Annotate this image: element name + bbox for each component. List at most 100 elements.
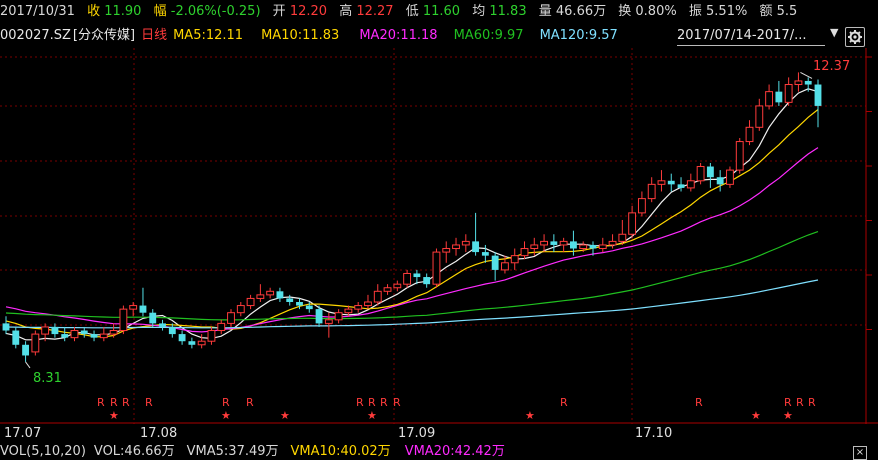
candle-body-40	[393, 283, 402, 289]
r-marker-1: R	[110, 396, 118, 409]
ma20-line	[5, 147, 819, 333]
candle-body-21	[207, 330, 216, 342]
candle-body-4	[41, 326, 50, 335]
stock-code: 002027.SZ	[0, 28, 71, 43]
r-marker-4: R	[222, 396, 230, 409]
candle-body-3	[31, 333, 40, 353]
high-value: 12.27	[356, 4, 394, 19]
low-label: 低	[405, 4, 419, 19]
candle-body-23	[227, 312, 235, 324]
candle-body-11	[109, 330, 118, 335]
date-range-dropdown-icon[interactable]: ▼	[830, 26, 838, 39]
date-range-field[interactable]: 2017/07/14-2017/...	[677, 27, 825, 46]
quote-info-bar: 2017/10/31 收 11.90 幅 -2.06%(-0.25) 开 12.…	[0, 0, 878, 24]
gear-icon	[848, 30, 862, 44]
star-marker-0: ★	[109, 409, 119, 422]
vma20-value: VMA20:42.42万	[404, 444, 505, 459]
amp-label: 振	[688, 4, 702, 19]
avg-value: 11.83	[489, 4, 527, 19]
candle-body-69	[677, 184, 685, 188]
change-label: 幅	[153, 4, 167, 19]
candle-body-62	[608, 240, 617, 246]
r-marker-10: R	[560, 396, 568, 409]
vol-label: 量	[538, 4, 552, 19]
candle-body-41	[403, 272, 412, 285]
candle-body-64	[628, 212, 637, 235]
candle-body-55	[540, 240, 548, 246]
candle-body-34	[334, 312, 343, 321]
candle-body-47	[461, 240, 470, 246]
candle-body-12	[119, 308, 128, 332]
candle-body-1	[12, 330, 20, 345]
candle-body-32	[315, 309, 323, 324]
candle-body-53	[520, 248, 529, 257]
r-marker-6: R	[356, 396, 364, 409]
high-label: 高	[339, 4, 353, 19]
candle-body-15	[149, 312, 157, 324]
candle-body-57	[559, 240, 568, 246]
candle-body-33	[324, 319, 333, 324]
candle-body-82	[804, 80, 812, 85]
candle-body-42	[413, 273, 421, 278]
candle-body-63	[618, 233, 627, 242]
candle-body-49	[481, 252, 489, 256]
min-pointer	[25, 361, 31, 369]
candle-body-73	[716, 177, 724, 185]
candle-body-19	[188, 341, 196, 345]
r-marker-9: R	[393, 396, 401, 409]
candle-body-2	[22, 344, 29, 356]
x-tick-oct: 17.10	[635, 426, 673, 441]
r-marker-8: R	[380, 396, 388, 409]
close-label: 收	[87, 4, 101, 19]
candle-body-6	[61, 334, 69, 338]
candle-body-38	[373, 290, 382, 303]
x-axis: 17.07 17.08 17.09 17.10	[0, 424, 878, 444]
candle-body-26	[256, 294, 265, 299]
candle-body-80	[784, 84, 793, 103]
star-marker-4: ★	[525, 409, 535, 422]
candle-body-43	[423, 277, 431, 285]
r-marker-3: R	[145, 396, 153, 409]
candle-body-52	[510, 255, 519, 264]
ma20-value: MA20:11.18	[359, 28, 438, 43]
candle-body-61	[598, 244, 607, 250]
candle-body-36	[354, 305, 363, 310]
r-marker-0: R	[97, 396, 105, 409]
candle-body-8	[80, 330, 88, 335]
amount-value: 5.5	[776, 4, 798, 19]
vol-current: VOL:46.66万	[93, 444, 175, 459]
vol-title[interactable]: VOL(5,10,20)	[0, 444, 86, 459]
kline-chart[interactable]: R R R R R R R R R R R R R R R★ ★ ★ ★ ★ ★ ★	[0, 48, 878, 424]
candle-body-16	[159, 323, 166, 327]
period-label[interactable]: 日线	[141, 24, 167, 48]
ma120-value: MA120:9.57	[539, 28, 618, 43]
candle-body-44	[432, 251, 441, 285]
x-tick-aug: 17.08	[140, 426, 178, 441]
candle-body-27	[266, 290, 275, 296]
candle-body-74	[726, 169, 734, 185]
candle-body-51	[501, 262, 509, 271]
stock-name: [分众传媒]	[72, 28, 136, 43]
candle-body-37	[364, 301, 372, 307]
quote-date: 2017/10/31	[0, 4, 75, 19]
ma5-value: MA5:12.11	[173, 28, 244, 43]
candle-body-71	[696, 166, 705, 182]
candle-body-76	[745, 126, 754, 143]
star-marker-3: ★	[367, 409, 377, 422]
candle-body-0	[2, 323, 10, 331]
settings-button[interactable]	[845, 27, 865, 47]
candle-body-29	[286, 298, 294, 302]
r-marker-13: R	[796, 396, 804, 409]
candle-body-48	[472, 241, 480, 253]
candle-body-66	[647, 183, 656, 200]
candle-body-17	[168, 326, 176, 335]
close-volume-panel-button[interactable]: ×	[853, 446, 867, 460]
candle-body-78	[765, 91, 774, 107]
ma60-value: MA60:9.97	[453, 28, 524, 43]
r-marker-11: R	[695, 396, 703, 409]
x-tick-sep: 17.09	[398, 426, 436, 441]
amount-label: 额	[759, 4, 773, 19]
min-price-label: 8.31	[33, 371, 62, 386]
candle-body-68	[667, 180, 675, 185]
turnover-label: 换	[618, 4, 632, 19]
